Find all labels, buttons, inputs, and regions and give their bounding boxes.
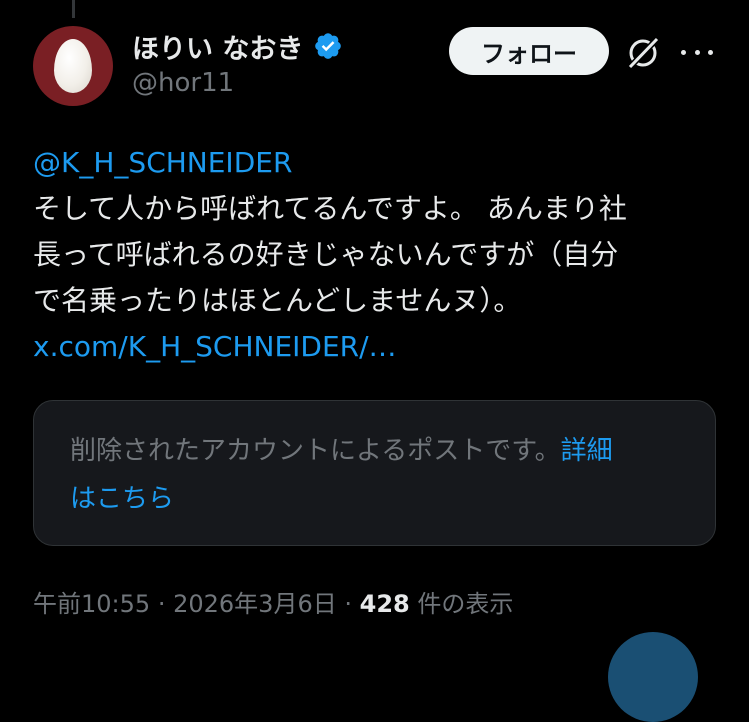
deleted-post-notice: 削除されたアカウントによるポストです。詳細はこちら — [70, 427, 680, 523]
follow-button[interactable]: フォロー — [449, 27, 609, 75]
name-row: ほりい なおき — [132, 26, 343, 66]
post-header: ほりい なおき @hor11 — [132, 26, 343, 98]
thread-connector-line — [72, 0, 75, 18]
details-link[interactable]: 詳細 — [561, 436, 613, 466]
post-date[interactable]: 2026年3月6日 — [173, 590, 337, 618]
author-handle[interactable]: @hor11 — [132, 68, 343, 98]
post-text-line: で名乗ったりはほとんどしませんヌ）。 — [33, 284, 522, 317]
post-text-line: 長って呼ばれるの好きじゃないんですが（自分 — [33, 238, 619, 271]
view-label: 件の表示 — [417, 590, 514, 618]
more-dot — [708, 49, 713, 55]
view-count[interactable]: 428 — [360, 590, 410, 618]
avatar[interactable] — [33, 26, 113, 106]
post-text-line: そして人から呼ばれてるんですよ。 あんまり社 — [33, 192, 627, 225]
author-display-name[interactable]: ほりい なおき — [132, 27, 303, 66]
floating-action-button[interactable] — [608, 632, 698, 722]
mention-link[interactable]: @K_H_SCHNEIDER — [33, 140, 723, 186]
more-dot — [681, 49, 686, 55]
more-icon[interactable] — [681, 40, 713, 64]
post-time[interactable]: 午前10:55 — [33, 590, 150, 618]
more-dot — [694, 49, 700, 55]
meta-separator: · — [157, 590, 166, 618]
verified-badge-icon[interactable] — [313, 31, 343, 61]
avatar-egg-image — [54, 39, 92, 93]
quoted-post-card[interactable]: 削除されたアカウントによるポストです。詳細はこちら — [33, 400, 716, 546]
details-link-continued[interactable]: はこちら — [70, 484, 174, 514]
external-link[interactable]: x.com/K_H_SCHNEIDER/… — [33, 324, 723, 370]
grok-icon[interactable] — [624, 34, 662, 72]
meta-separator: · — [344, 590, 352, 618]
post-meta: 午前10:55 · 2026年3月6日 · 428 件の表示 — [33, 584, 513, 619]
post-text: @K_H_SCHNEIDER そして人から呼ばれてるんですよ。 あんまり社 長っ… — [33, 140, 723, 370]
deleted-post-message: 削除されたアカウントによるポストです。 — [70, 436, 561, 466]
